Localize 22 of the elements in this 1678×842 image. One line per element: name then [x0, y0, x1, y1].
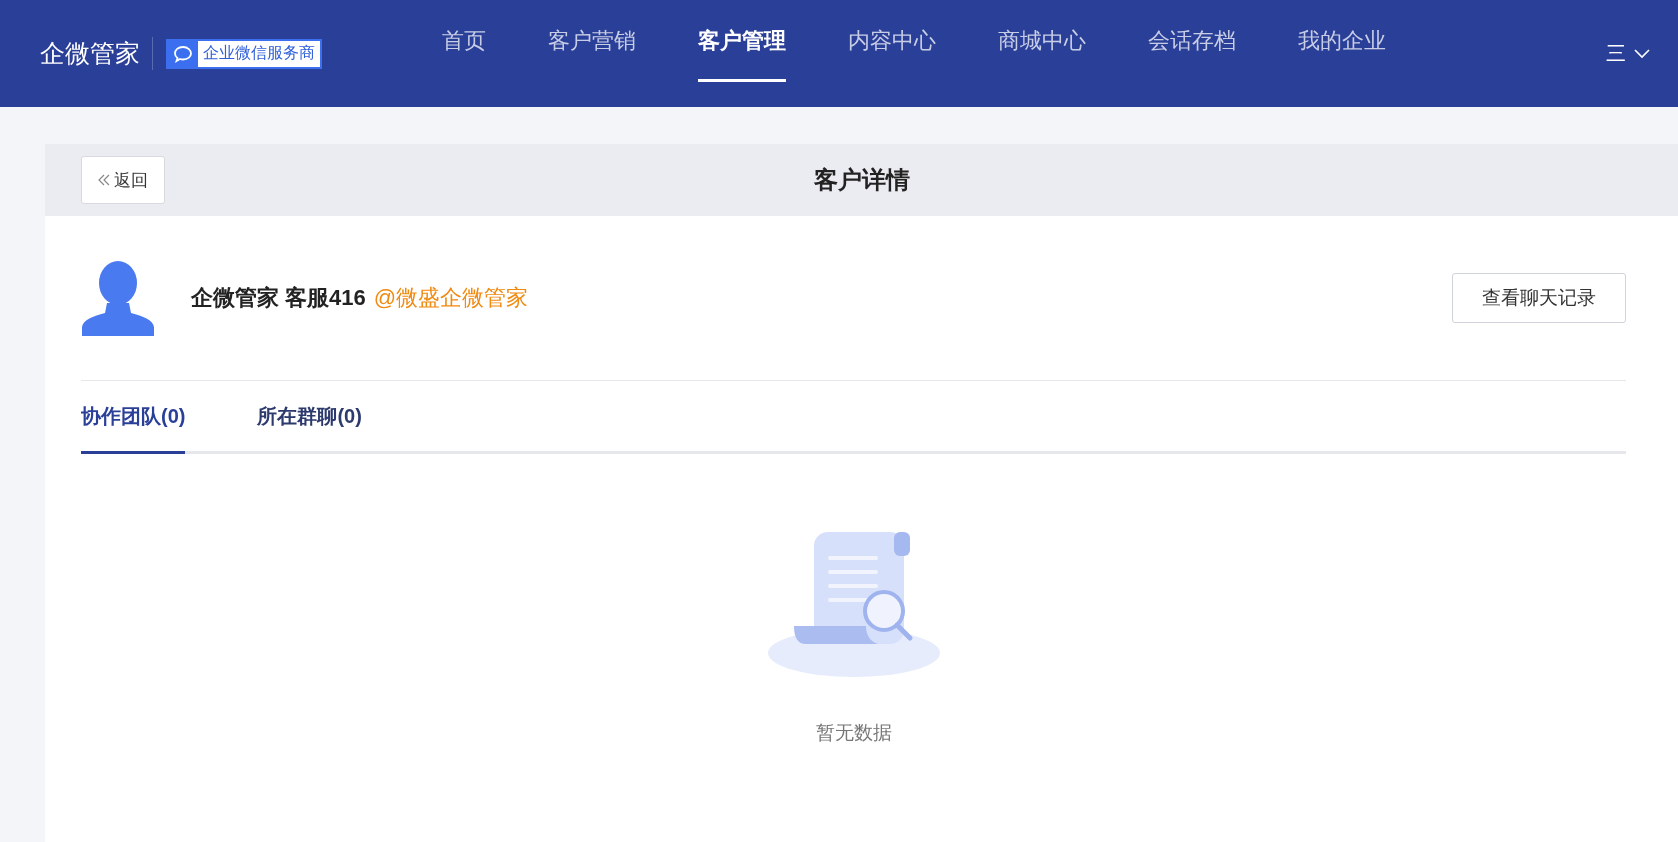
customer-company: @微盛企微管家 — [373, 284, 529, 312]
avatar-silhouette-icon — [81, 260, 155, 336]
logo: 企微管家 — [40, 37, 153, 70]
nav-tab[interactable]: 首页 — [442, 0, 486, 82]
chat-history-button[interactable]: 查看聊天记录 — [1452, 273, 1626, 323]
tab[interactable]: 所在群聊(0) — [257, 381, 362, 454]
nav-tab[interactable]: 会话存档 — [1148, 0, 1236, 82]
back-button[interactable]: 返回 — [81, 156, 165, 204]
empty-state-text: 暂无数据 — [815, 721, 892, 745]
page-title: 客户详情 — [813, 165, 910, 195]
partner-badge: 企业微信服务商 — [166, 38, 322, 69]
double-chevron-left-icon — [98, 174, 110, 186]
menu-button[interactable]: 三 — [1606, 40, 1650, 67]
nav-tab[interactable]: 客户管理 — [698, 0, 786, 82]
nav-tab[interactable]: 客户营销 — [548, 0, 636, 82]
tab[interactable]: 协作团队(0) — [81, 381, 186, 454]
chat-bubble-icon — [168, 40, 198, 67]
nav-tab[interactable]: 我的企业 — [1298, 0, 1386, 82]
nav-tab[interactable]: 商城中心 — [998, 0, 1086, 82]
nav-tab[interactable]: 内容中心 — [848, 0, 936, 82]
chevron-down-icon — [1634, 48, 1650, 59]
customer-name: 企微管家 客服416 — [191, 284, 366, 312]
